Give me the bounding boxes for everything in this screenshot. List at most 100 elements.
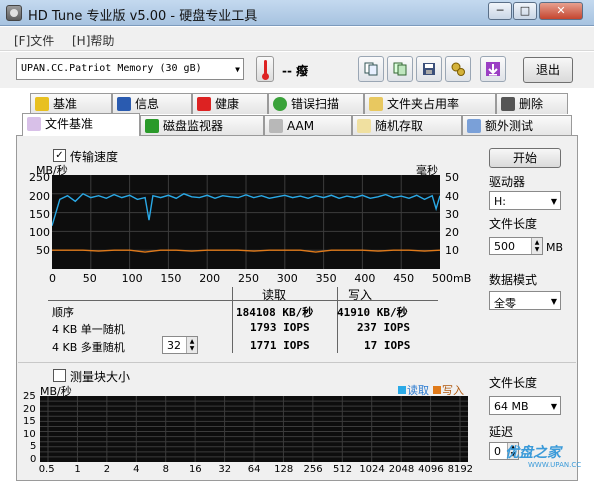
block-x-tick: 64 xyxy=(247,464,261,475)
folder-icon xyxy=(369,97,383,111)
x-axis-tick: 450 xyxy=(393,272,415,285)
4k-single-read-value: 1793 IOPS xyxy=(250,321,310,334)
bar-chart-icon xyxy=(145,119,159,133)
x-axis-tick: 200 xyxy=(199,272,221,285)
exit-button[interactable]: 退出 xyxy=(523,57,573,83)
maximize-button[interactable]: □ xyxy=(513,2,537,20)
y-right-tick: 40 xyxy=(445,190,459,203)
tab-aam[interactable]: AAM xyxy=(264,115,352,136)
tab-file-benchmark[interactable]: 文件基准 xyxy=(22,113,140,136)
tab-folder-usage[interactable]: 文件夹占用率 xyxy=(364,93,496,114)
benchmark-icon xyxy=(35,97,49,111)
stepper-down-icon[interactable]: ▼ xyxy=(531,245,542,254)
tab-benchmark[interactable]: 基准 xyxy=(30,93,112,114)
tab-info[interactable]: 信息 xyxy=(112,93,192,114)
block-x-tick: 2 xyxy=(103,464,111,475)
block-file-length-value: 64 MB xyxy=(494,400,529,413)
drive-dropdown-value: UPAN.CC.Patriot Memory (30 gB) xyxy=(21,63,202,74)
chevron-down-icon: ▼ xyxy=(550,402,557,411)
download-button[interactable] xyxy=(480,56,506,82)
block-y-tick: 15 xyxy=(23,416,36,428)
stepper-down-icon[interactable]: ▼ xyxy=(186,344,197,353)
block-x-tick: 0.5 xyxy=(38,464,55,475)
sequential-write-value: 41910 KB/秒 xyxy=(337,306,408,319)
4k-single-write-value: 237 IOPS xyxy=(357,321,410,334)
delay-value: 0 xyxy=(494,445,501,458)
y-left-tick: 100 xyxy=(29,226,50,239)
data-mode-select[interactable]: 全零 ▼ xyxy=(489,291,561,310)
tab-random-access[interactable]: 随机存取 xyxy=(352,115,462,136)
queue-depth-value: 32 xyxy=(167,339,181,352)
copy-screenshot-button[interactable] xyxy=(387,56,413,82)
block-x-tick: 4 xyxy=(133,464,140,475)
row-label-4k-multi: 4 KB 多重随机 xyxy=(52,341,125,354)
speaker-icon xyxy=(269,119,283,133)
title-bar: HD Tune 专业版 v5.00 - 硬盘专业工具 ─ □ ✕ xyxy=(0,0,594,26)
drive-select[interactable]: H: ▼ xyxy=(489,191,561,210)
tab-label: 磁盘监视器 xyxy=(163,119,224,133)
block-y-tick: 5 xyxy=(30,441,37,453)
floppy-icon xyxy=(423,63,435,75)
delay-label: 延迟 xyxy=(489,425,514,439)
results-col-divider xyxy=(232,287,233,353)
read-legend-swatch xyxy=(398,386,406,394)
y-right-tick: 50 xyxy=(445,171,459,184)
x-axis-tick: 300 xyxy=(276,272,298,285)
file-length-label: 文件长度 xyxy=(489,217,538,231)
temperature-readout: -- 癈 xyxy=(282,64,309,78)
x-axis-tick: 400 xyxy=(354,272,376,285)
chevron-down-icon: ▼ xyxy=(550,297,557,306)
options-button[interactable] xyxy=(445,56,471,82)
health-cross-icon xyxy=(197,97,211,111)
y-left-tick: 250 xyxy=(29,171,50,184)
row-label-4k-single: 4 KB 单一随机 xyxy=(52,323,125,336)
data-mode-value: 全零 xyxy=(494,297,516,310)
save-button[interactable] xyxy=(416,56,442,82)
tab-error-scan[interactable]: 错误扫描 xyxy=(268,93,364,114)
block-x-tick: 1 xyxy=(74,464,81,475)
y-left-tick: 50 xyxy=(36,244,50,257)
y-left-tick: 200 xyxy=(29,190,50,203)
menu-file[interactable]: [F]文件 xyxy=(14,32,54,49)
tab-extra-tests[interactable]: 额外测试 xyxy=(462,115,572,136)
4k-multi-write-value: 17 IOPS xyxy=(364,339,411,352)
chevron-down-icon: ▼ xyxy=(550,197,557,206)
block-x-tick: 8 xyxy=(162,464,169,475)
file-length-stepper[interactable]: 500 ▲ ▼ xyxy=(489,237,543,255)
toolbar: UPAN.CC.Patriot Memory (30 gB) ▼ -- 癈 退出 xyxy=(0,52,594,88)
thermometer-icon xyxy=(256,56,274,82)
gears-icon xyxy=(451,62,465,76)
tab-label: 文件夹占用率 xyxy=(387,97,460,111)
menu-help[interactable]: [H]帮助 xyxy=(72,32,114,49)
results-col-divider xyxy=(337,287,338,353)
trash-icon xyxy=(501,97,515,111)
close-button[interactable]: ✕ xyxy=(539,2,583,20)
tab-erase[interactable]: 删除 xyxy=(496,93,568,114)
chevron-down-icon: ▼ xyxy=(235,65,240,74)
start-button[interactable]: 开始 xyxy=(489,148,561,168)
x-axis-tick: 100 xyxy=(121,272,143,285)
tab-health[interactable]: 健康 xyxy=(192,93,268,114)
tab-disk-monitor[interactable]: 磁盘监视器 xyxy=(140,115,264,136)
tab-label: 错误扫描 xyxy=(291,97,340,111)
x-axis-tick: 350 xyxy=(315,272,337,285)
arrow-down-icon xyxy=(486,62,500,76)
block-x-tick: 1024 xyxy=(359,464,385,475)
drive-dropdown[interactable]: UPAN.CC.Patriot Memory (30 gB) ▼ xyxy=(16,58,244,80)
queue-depth-stepper[interactable]: 32 ▲ ▼ xyxy=(162,336,198,354)
watermark-logo: 优盘之家 xyxy=(505,445,561,461)
block-x-tick: 256 xyxy=(303,464,323,475)
write-legend-swatch xyxy=(433,386,441,394)
block-size-checkbox[interactable] xyxy=(53,369,66,382)
extra-tests-icon xyxy=(467,119,481,133)
copy-text-button[interactable] xyxy=(358,56,384,82)
transfer-speed-checkbox[interactable]: ✓ xyxy=(53,149,66,162)
minimize-button[interactable]: ─ xyxy=(488,2,512,20)
block-size-chart xyxy=(40,396,468,462)
tab-label: 健康 xyxy=(215,97,240,111)
file-benchmark-icon xyxy=(27,117,41,131)
sequential-read-value: 184108 KB/秒 xyxy=(236,306,314,319)
results-divider xyxy=(48,300,438,301)
x-axis-tick: 50 xyxy=(82,272,97,285)
block-file-length-select[interactable]: 64 MB ▼ xyxy=(489,396,561,415)
